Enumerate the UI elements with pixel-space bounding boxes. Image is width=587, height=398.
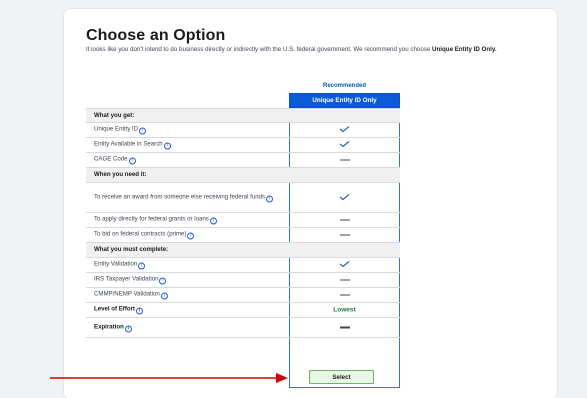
- table-row: To receive an award from someone else re…: [86, 183, 400, 213]
- intro-text-body: It looks like you don't intend to do bus…: [86, 46, 431, 53]
- row-label-text: CAGE Code: [94, 155, 128, 163]
- row-label: Entity Available in Search i: [94, 141, 284, 150]
- table-row: CMMP/NEMP Validation i: [86, 288, 400, 303]
- row-label-text: To bid on federal contracts (prime): [94, 230, 187, 238]
- info-icon[interactable]: i: [128, 157, 136, 165]
- info-icon[interactable]: i: [124, 325, 132, 332]
- dash-icon: [289, 324, 400, 331]
- row-label-text: To apply directly for federal grants or …: [94, 215, 209, 223]
- dash-icon: [289, 292, 400, 299]
- row-label-text: IRS Taxpayer Validation: [94, 275, 159, 283]
- row-label: Entity Validation i: [94, 261, 284, 270]
- dash-icon: [289, 157, 400, 164]
- info-icon[interactable]: i: [209, 217, 217, 225]
- level-of-effort-value: Lowest: [289, 307, 400, 314]
- row-label-text: Unique Entity ID: [94, 125, 139, 133]
- dash-icon: [289, 277, 400, 284]
- dash-icon: [289, 217, 400, 224]
- comparison-table: What you get: Unique Entity ID i Entity Ava…: [86, 108, 400, 338]
- info-icon[interactable]: i: [159, 277, 167, 285]
- info-icon[interactable]: i: [139, 127, 147, 135]
- row-label-text: Entity Validation: [94, 260, 138, 268]
- checkmark-icon: [289, 141, 400, 150]
- checkmark-icon: [289, 126, 400, 135]
- row-label-text: To receive an award from someone else re…: [94, 193, 266, 200]
- red-arrow-annotation: [50, 373, 288, 383]
- column-header-unique-entity-id-only: Unique Entity ID Only: [289, 93, 400, 108]
- row-label-text: Entity Available in Search: [94, 140, 163, 148]
- row-label-text: Level of Effort: [94, 305, 135, 313]
- info-icon[interactable]: i: [163, 142, 171, 150]
- table-row: IRS Taxpayer Validation i: [86, 273, 400, 288]
- table-row: Entity Validation i: [86, 258, 400, 273]
- row-label: IRS Taxpayer Validation i: [94, 276, 284, 285]
- page-title: Choose an Option: [86, 27, 226, 44]
- info-icon[interactable]: i: [138, 262, 146, 270]
- intro-text: It looks like you don't intend to do bus…: [86, 46, 526, 54]
- checkmark-icon: [289, 261, 400, 270]
- table-row: Entity Available in Search i: [86, 138, 400, 153]
- row-label: CAGE Code i: [94, 156, 284, 165]
- row-label-text: When you need it:: [94, 171, 147, 179]
- row-label: Unique Entity ID i: [94, 126, 284, 135]
- table-row: Expiration i: [86, 318, 400, 338]
- section-heading: What you must complete:: [94, 246, 284, 254]
- select-button[interactable]: Select: [309, 370, 374, 384]
- row-label-text: What you get:: [94, 111, 135, 119]
- table-row: CAGE Code i: [86, 153, 400, 168]
- lowest-value-text: Lowest: [333, 306, 356, 314]
- table-row: To apply directly for federal grants or …: [86, 213, 400, 228]
- row-label: CMMP/NEMP Validation i: [94, 291, 284, 300]
- info-icon[interactable]: i: [187, 232, 195, 240]
- row-label: To apply directly for federal grants or …: [94, 216, 284, 225]
- dash-icon: [289, 232, 400, 239]
- info-icon[interactable]: i: [160, 292, 168, 300]
- table-section-row: What you get:: [86, 108, 400, 123]
- table-row: To bid on federal contracts (prime) i: [86, 228, 400, 243]
- row-label: Level of Effort i: [94, 306, 284, 315]
- section-heading: When you need it:: [94, 171, 284, 179]
- info-icon[interactable]: i: [266, 195, 274, 202]
- row-label: To receive an award from someone else re…: [94, 193, 284, 202]
- row-label-text: What you must complete:: [94, 246, 169, 254]
- section-heading: What you get:: [94, 112, 284, 120]
- recommended-label: Recommended: [322, 83, 366, 89]
- intro-text-bold: Unique Entity ID Only.: [432, 46, 497, 53]
- table-section-row: When you need it:: [86, 168, 400, 183]
- table-section-row: What you must complete:: [86, 243, 400, 258]
- table-row: Level of Effort i Lowest: [86, 303, 400, 318]
- row-label-text: Expiration: [94, 323, 124, 330]
- checkmark-icon: [289, 193, 400, 202]
- row-label-text: CMMP/NEMP Validation: [94, 290, 160, 298]
- row-label: To bid on federal contracts (prime) i: [94, 231, 284, 240]
- table-row: Unique Entity ID i: [86, 123, 400, 138]
- row-label: Expiration i: [94, 323, 284, 332]
- info-icon[interactable]: i: [135, 307, 143, 315]
